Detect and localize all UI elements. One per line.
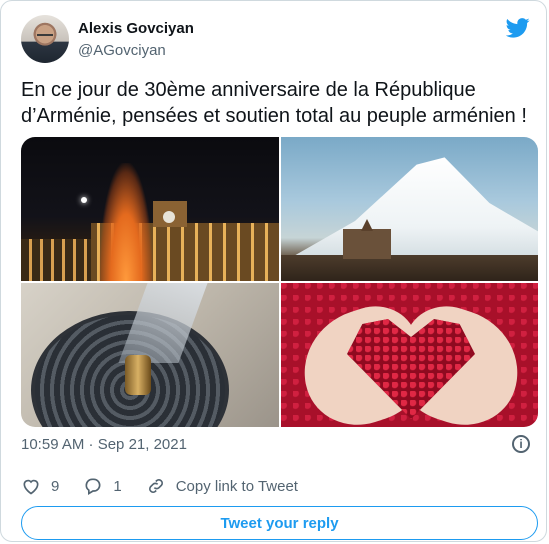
media-grid	[21, 137, 538, 427]
copy-link-label: Copy link to Tweet	[175, 477, 298, 495]
avatar[interactable]	[21, 15, 69, 63]
reply-bubble-icon	[85, 478, 101, 495]
reply-button[interactable]: 1	[83, 476, 122, 496]
tweet-timestamp[interactable]: 10:59 AM · Sep 21, 2021	[21, 436, 187, 453]
media-photo-pomegranate-heart[interactable]	[281, 283, 538, 427]
like-count: 9	[51, 477, 60, 495]
like-button[interactable]: 9	[21, 476, 59, 496]
tweet-reply-button[interactable]: Tweet your reply	[21, 506, 538, 540]
link-icon	[148, 479, 163, 493]
info-icon[interactable]: i	[512, 435, 530, 453]
author-handle[interactable]: @AGovciyan	[78, 42, 166, 59]
media-photo-mount-ararat[interactable]	[281, 137, 538, 281]
reply-count: 1	[113, 477, 122, 495]
copy-link-button[interactable]: Copy link to Tweet	[146, 476, 298, 496]
tweet-text: En ce jour de 30ème anniversaire de la R…	[21, 79, 527, 127]
media-photo-spring-fountain[interactable]	[21, 283, 279, 427]
tweet-card: Alexis Govciyan @AGovciyan En ce jour de…	[0, 0, 547, 542]
media-photo-night-fountain[interactable]	[21, 137, 279, 281]
twitter-bird-icon[interactable]	[506, 18, 530, 38]
heart-icon	[23, 479, 39, 495]
author-name[interactable]: Alexis Govciyan	[78, 20, 194, 37]
action-bar: 9 1 Copy link to Tweet	[21, 476, 322, 496]
